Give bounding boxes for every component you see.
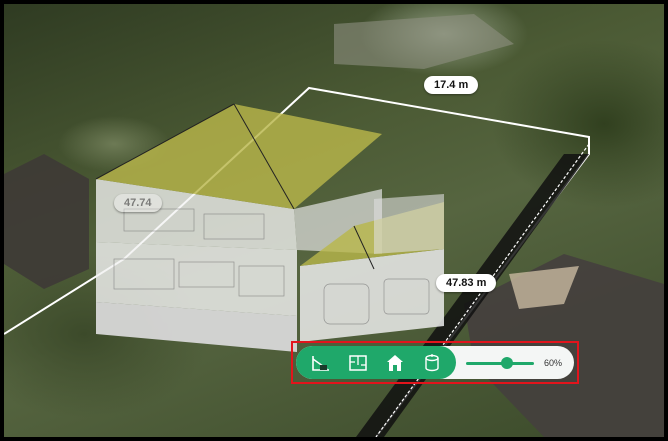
roof-slope-icon	[311, 355, 329, 371]
view-toolbar: 60%	[296, 346, 574, 379]
opacity-slider-thumb[interactable]	[500, 356, 513, 369]
house-view-tool-button[interactable]	[381, 349, 409, 377]
house-icon	[386, 354, 403, 371]
floor-plan-tool-button[interactable]	[344, 349, 372, 377]
annex-upper-wall	[374, 194, 444, 254]
neighbour-roof-top	[334, 14, 514, 69]
dimension-label-side: 47.83 m	[436, 274, 497, 292]
dimension-label-hidden: 47.74	[114, 194, 162, 212]
floor-plan-icon	[348, 354, 367, 371]
toolbar-highlight: 60%	[291, 341, 579, 384]
opacity-value-label: 60%	[544, 357, 563, 368]
building-volume-tool-button[interactable]	[418, 349, 446, 377]
tool-group	[296, 346, 456, 379]
slope-tool-button[interactable]	[307, 349, 335, 377]
opacity-slider[interactable]	[466, 353, 534, 373]
neighbour-roof-left	[4, 154, 89, 289]
dimension-label-top: 17.4 m	[424, 76, 479, 94]
map-3d-viewport[interactable]: 17.4 m 47.83 m 47.74 60%	[4, 4, 664, 437]
cylinder-icon	[424, 353, 439, 371]
